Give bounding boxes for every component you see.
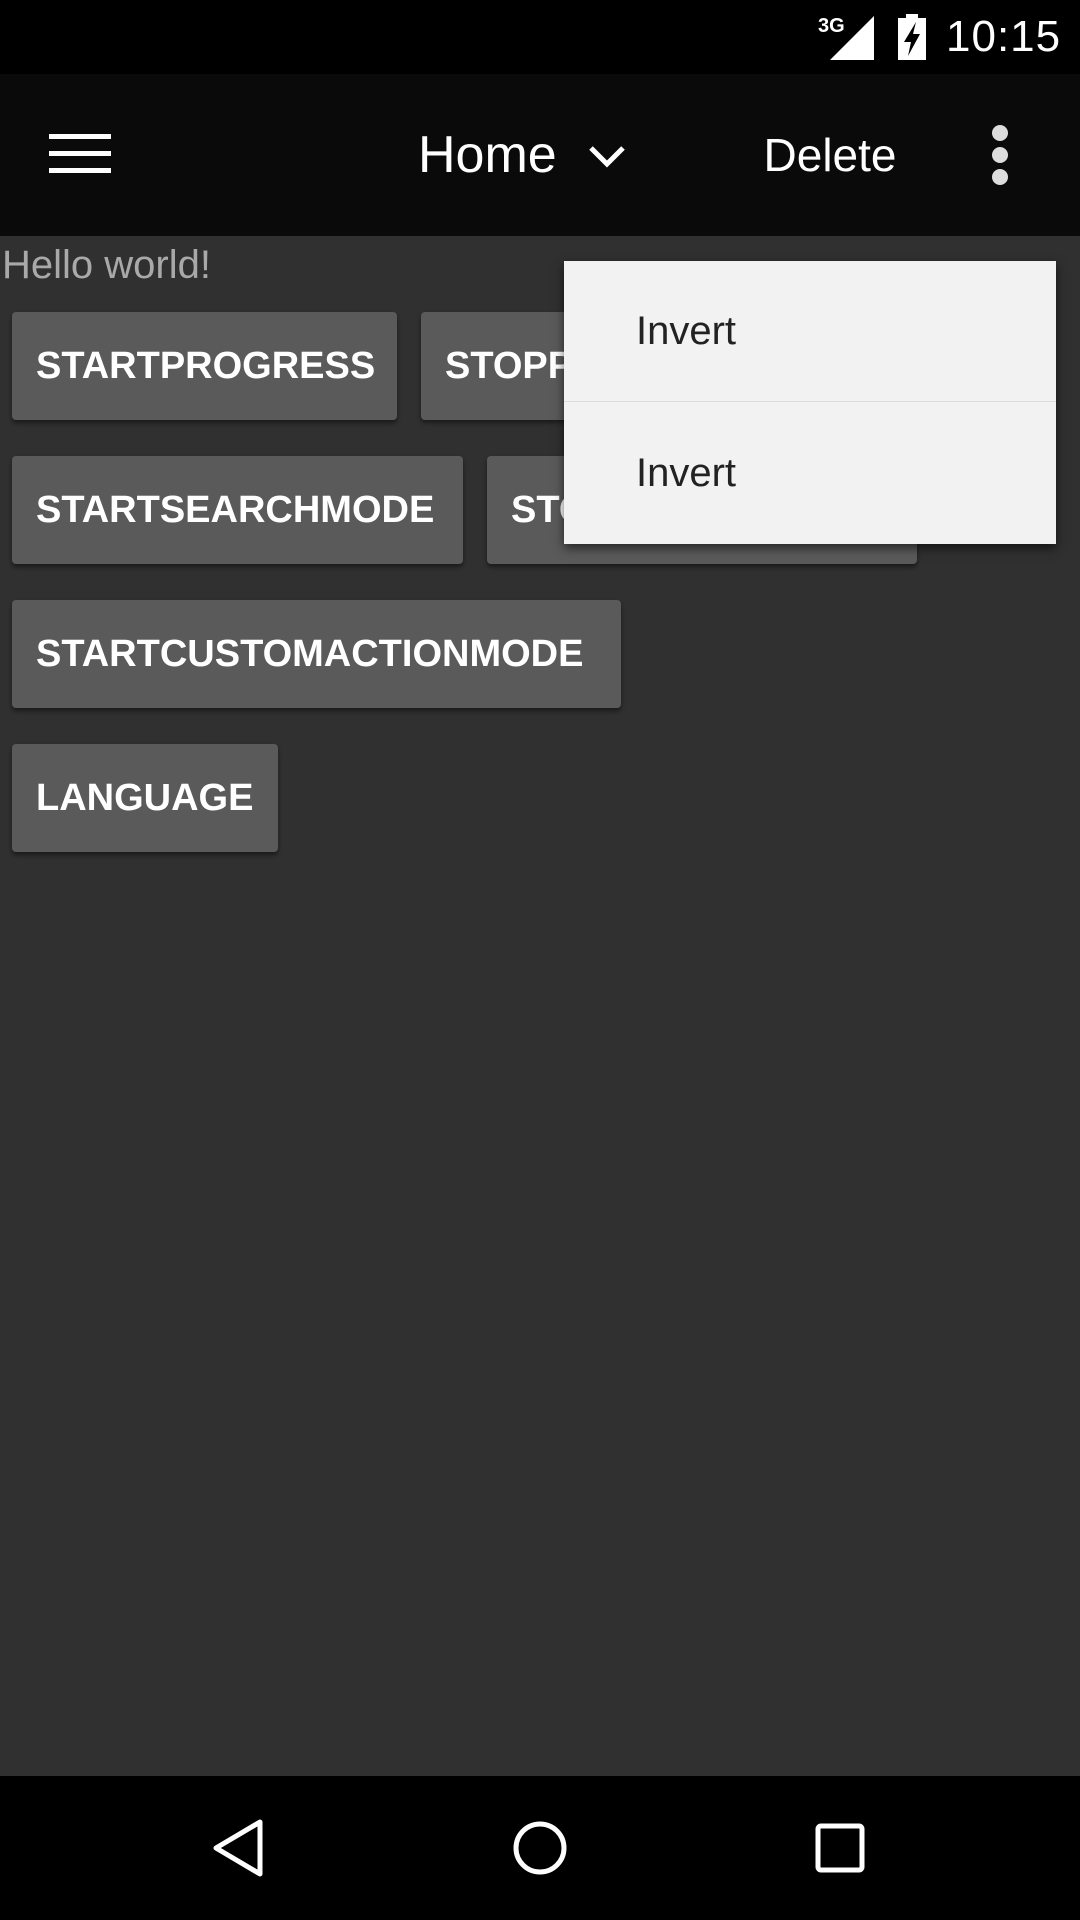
hamburger-menu-icon: [49, 134, 111, 173]
spinner-label: Home: [418, 126, 557, 184]
navigation-bar: [0, 1776, 1080, 1920]
back-triangle-icon: [213, 1819, 263, 1877]
language-button[interactable]: LANGUAGE: [12, 744, 278, 852]
back-button[interactable]: [190, 1798, 290, 1898]
menu-item-invert[interactable]: Invert: [564, 261, 1056, 402]
start-custom-action-mode-button[interactable]: STARTCUSTOMACTIONMODE: [12, 600, 621, 708]
start-progress-button[interactable]: STARTPROGRESS: [12, 312, 397, 420]
home-button[interactable]: [490, 1798, 590, 1898]
network-type-label: 3G: [818, 15, 845, 37]
more-vert-icon: [992, 125, 1008, 185]
chevron-down-icon: [588, 146, 625, 168]
recents-square-icon: [815, 1823, 865, 1873]
menu-button[interactable]: [30, 114, 130, 194]
delete-action-button[interactable]: Delete: [740, 110, 920, 200]
home-circle-icon: [513, 1821, 567, 1875]
status-time: 10:15: [946, 12, 1062, 61]
recents-button[interactable]: [790, 1798, 890, 1898]
overflow-popup-menu: Invert Invert: [564, 261, 1056, 544]
overflow-menu-button[interactable]: [960, 110, 1040, 200]
screen: 3G 10:15 Home Delete Hello world! STARTP…: [0, 0, 1080, 1920]
navigation-spinner[interactable]: Home: [400, 110, 660, 200]
app-bar: Home Delete: [0, 74, 1080, 236]
hello-world-text: Hello world!: [2, 243, 211, 287]
start-search-mode-button[interactable]: STARTSEARCHMODE: [12, 456, 463, 564]
signal-icon: 3G: [818, 15, 874, 60]
status-bar: 3G 10:15: [0, 0, 1080, 74]
menu-item-invert-2[interactable]: Invert: [564, 403, 1056, 544]
battery-charging-icon: [898, 14, 926, 60]
